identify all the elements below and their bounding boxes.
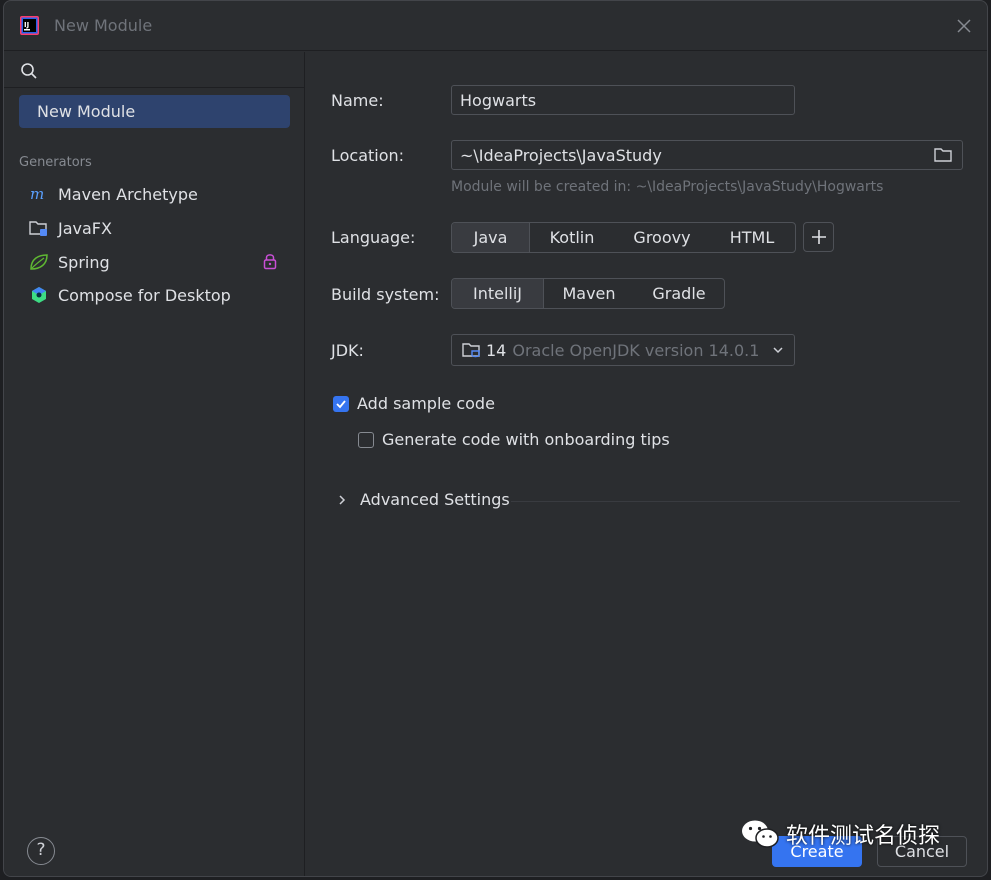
onboarding-tips-label: Generate code with onboarding tips (382, 430, 670, 449)
javafx-folder-icon (29, 218, 49, 238)
search-divider (4, 87, 304, 88)
language-option-html[interactable]: HTML (710, 223, 794, 252)
add-sample-code-checkbox[interactable]: Add sample code (333, 394, 495, 413)
build-option-maven[interactable]: Maven (544, 279, 634, 308)
generator-label: Compose for Desktop (58, 285, 231, 305)
onboarding-tips-checkbox[interactable]: Generate code with onboarding tips (358, 430, 670, 449)
location-hint: Module will be created in: ~\IdeaProject… (451, 179, 884, 195)
name-field[interactable]: Hogwarts (451, 85, 795, 115)
sidebar: New Module Generators m Maven Archetype … (4, 52, 305, 876)
language-selector: Java Kotlin Groovy HTML (451, 222, 796, 253)
language-option-java[interactable]: Java (452, 223, 530, 252)
checkbox-unchecked-icon (358, 431, 374, 448)
jdk-version: 14 (486, 340, 507, 360)
generator-label: JavaFX (58, 218, 112, 238)
jdk-folder-icon (462, 343, 480, 358)
generator-maven-archetype[interactable]: m Maven Archetype (29, 182, 198, 206)
compose-icon (29, 285, 49, 305)
generator-label: Maven Archetype (58, 184, 198, 204)
advanced-settings-label: Advanced Settings (360, 490, 510, 509)
build-option-gradle[interactable]: Gradle (634, 279, 724, 308)
add-language-button[interactable] (803, 222, 834, 252)
svg-text:IJ: IJ (24, 21, 29, 29)
browse-folder-icon[interactable] (934, 147, 953, 163)
generator-compose-for-desktop[interactable]: Compose for Desktop (29, 283, 231, 307)
build-option-intellij[interactable]: IntelliJ (452, 279, 544, 308)
module-form: Name: Hogwarts Location: ~\IdeaProjects\… (306, 52, 987, 876)
watermark-text: 软件测试名侦探 (786, 824, 941, 849)
jdk-label: JDK: (331, 341, 364, 360)
name-value: Hogwarts (460, 90, 537, 110)
chevron-down-icon (773, 347, 783, 354)
chevron-right-icon (339, 494, 346, 505)
watermark: 软件测试名侦探 (740, 818, 940, 850)
maven-icon: m (29, 184, 49, 204)
lock-icon (263, 254, 277, 270)
help-button[interactable]: ? (27, 837, 55, 865)
location-field[interactable]: ~\IdeaProjects\JavaStudy (451, 140, 963, 170)
dialog-title: New Module (54, 16, 153, 35)
close-icon[interactable] (955, 17, 973, 35)
advanced-settings-toggle[interactable]: Advanced Settings (336, 490, 510, 509)
generator-label: Spring (58, 252, 110, 272)
advanced-settings-divider (511, 501, 960, 502)
spring-leaf-icon (29, 252, 49, 272)
new-module-dialog: IJ New Module New Module Generators m Ma… (3, 0, 988, 877)
language-option-groovy[interactable]: Groovy (614, 223, 710, 252)
generator-javafx[interactable]: JavaFX (29, 216, 112, 240)
generator-spring[interactable]: Spring (29, 250, 110, 274)
add-sample-code-label: Add sample code (357, 394, 495, 413)
checkbox-checked-icon (333, 395, 349, 412)
jdk-description: Oracle OpenJDK version 14.0.1 (512, 340, 760, 360)
sidebar-item-new-module[interactable]: New Module (19, 95, 290, 128)
language-option-kotlin[interactable]: Kotlin (530, 223, 614, 252)
title-bar: IJ New Module (4, 1, 987, 51)
build-system-selector: IntelliJ Maven Gradle (451, 278, 725, 309)
location-label: Location: (331, 146, 405, 165)
generators-header: Generators (19, 155, 92, 170)
svg-text:m: m (30, 187, 44, 201)
language-label: Language: (331, 228, 416, 247)
intellij-app-icon: IJ (20, 16, 39, 35)
name-label: Name: (331, 91, 384, 110)
search-icon[interactable] (20, 62, 38, 80)
jdk-dropdown[interactable]: 14 Oracle OpenJDK version 14.0.1 (451, 334, 795, 366)
wechat-logo-icon (742, 820, 779, 848)
location-value: ~\IdeaProjects\JavaStudy (460, 145, 662, 165)
build-system-label: Build system: (331, 285, 440, 304)
plus-icon (811, 230, 826, 244)
